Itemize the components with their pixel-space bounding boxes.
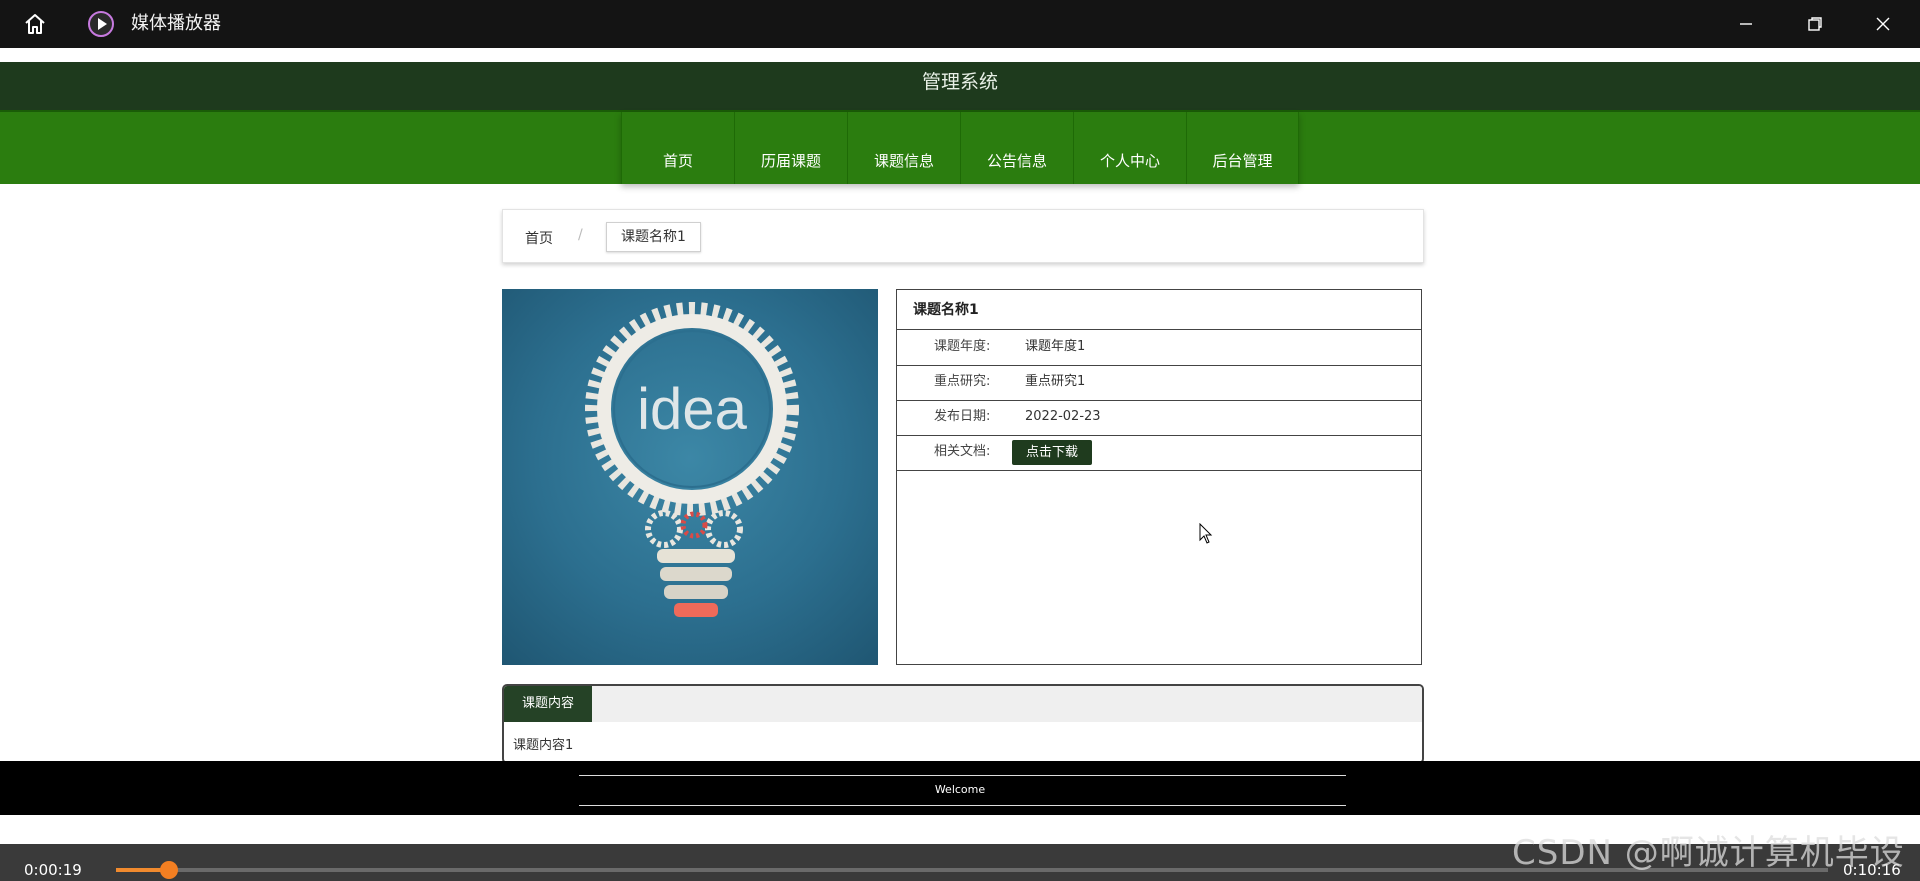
nav-item-personal-center[interactable]: 个人中心 (1073, 112, 1186, 184)
window-title: 媒体播放器 (131, 13, 221, 34)
site-title: 管理系统 (921, 71, 998, 93)
nav-item-announcements[interactable]: 公告信息 (960, 112, 1073, 184)
download-button[interactable]: 点击下载 (1012, 440, 1092, 465)
topic-content-text: 课题内容1 (513, 738, 574, 753)
image-word: idea (637, 377, 747, 442)
info-row-year: 课题年度: 课题年度1 (897, 330, 1421, 366)
field-label: 相关文档: (934, 444, 991, 459)
minimize-button[interactable] (1718, 0, 1774, 48)
site-footer: Welcome (0, 761, 1920, 815)
field-label: 重点研究: (934, 374, 991, 389)
content-tabbar: 课题内容 (504, 686, 1422, 722)
close-icon (1876, 17, 1890, 31)
play-circle-icon (87, 10, 115, 38)
tab-topic-content[interactable]: 课题内容 (504, 686, 592, 722)
lightbulb-gear-illustration: idea (585, 302, 799, 617)
nav-item-admin[interactable]: 后台管理 (1186, 112, 1299, 184)
breadcrumb-separator: / (578, 227, 583, 243)
footer-divider (579, 775, 1346, 776)
info-row-focus: 重点研究: 重点研究1 (897, 365, 1421, 401)
topic-image: idea (502, 289, 878, 665)
window-titlebar: 媒体播放器 (0, 0, 1920, 48)
footer-divider (579, 805, 1346, 806)
field-label: 发布日期: (934, 409, 991, 424)
field-value: 课题年度1 (1025, 339, 1086, 354)
restore-button[interactable] (1787, 0, 1843, 48)
elapsed-time: 0:00:19 (24, 861, 82, 879)
restore-icon (1808, 17, 1822, 31)
topic-title: 课题名称1 (897, 290, 1421, 330)
topic-info-panel: 课题名称1 课题年度: 课题年度1 重点研究: 重点研究1 发布日期: 2022… (896, 289, 1422, 665)
close-button[interactable] (1855, 0, 1911, 48)
field-value: 重点研究1 (1025, 374, 1086, 389)
info-row-document: 相关文档: 点击下载 (897, 435, 1421, 471)
nav-item-home[interactable]: 首页 (621, 112, 734, 184)
mouse-cursor-icon (1199, 523, 1213, 544)
site-header: 管理系统 (0, 62, 1920, 110)
minimize-icon (1740, 23, 1752, 25)
nav-item-topic-info[interactable]: 课题信息 (847, 112, 960, 184)
main-nav: 首页 历届课题 课题信息 公告信息 个人中心 后台管理 (0, 110, 1920, 184)
breadcrumb-current: 课题名称1 (606, 222, 701, 252)
field-label: 课题年度: (934, 339, 991, 354)
topic-content-panel: 课题内容 课题内容1 (502, 684, 1424, 764)
csdn-watermark: CSDN @啊诚计算机毕设 (1512, 833, 1905, 873)
breadcrumb-home-link[interactable]: 首页 (525, 228, 553, 248)
home-icon[interactable] (22, 11, 48, 37)
breadcrumb: 首页 / 课题名称1 (502, 209, 1424, 263)
seek-handle[interactable] (160, 861, 179, 879)
footer-text: Welcome (934, 783, 986, 796)
field-value: 2022-02-23 (1025, 409, 1101, 424)
info-row-date: 发布日期: 2022-02-23 (897, 400, 1421, 436)
nav-item-past-topics[interactable]: 历届课题 (734, 112, 847, 184)
